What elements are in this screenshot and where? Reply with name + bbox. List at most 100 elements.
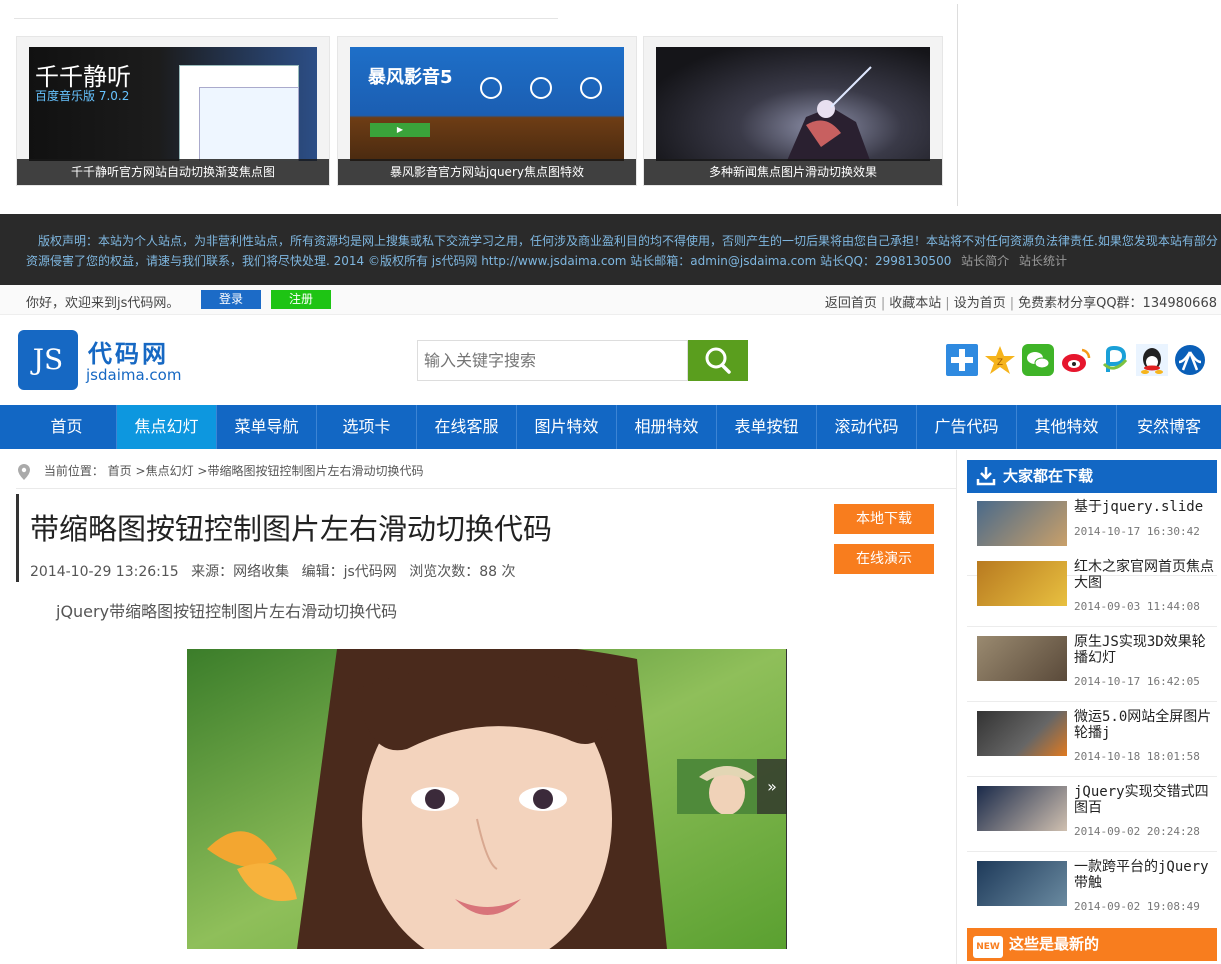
list-item-thumbnail — [977, 636, 1067, 681]
register-button[interactable]: 注册 — [271, 290, 331, 309]
link-set-homepage[interactable]: 设为首页 — [954, 296, 1006, 311]
list-item-thumbnail — [977, 561, 1067, 606]
nav-item-focus-slide[interactable]: 焦点幻灯 — [117, 405, 217, 449]
copyright-line: 资源侵害了您的权益，请速与我们联系，我们将尽快处理. 2014 ©版权所有 js… — [26, 252, 1067, 269]
weibo-icon[interactable] — [1060, 344, 1092, 376]
breadcrumb-prefix: 当前位置： — [43, 464, 104, 478]
nav-item-ads[interactable]: 广告代码 — [917, 405, 1017, 449]
link-bookmark[interactable]: 收藏本站 — [889, 296, 941, 311]
demo-caption[interactable]: 千千静听官方网站自动切换渐变焦点图 — [17, 159, 329, 185]
article-date: 2014-10-29 13:26:15 — [30, 564, 179, 580]
list-item-date: 2014-09-02 20:24:28 — [1074, 825, 1200, 838]
demo-version-text: 百度音乐版 7.0.2 — [35, 89, 130, 103]
list-item-thumbnail — [977, 861, 1067, 906]
qq-icon[interactable] — [1136, 344, 1168, 376]
list-item-date: 2014-09-03 11:44:08 — [1074, 600, 1200, 613]
list-item[interactable]: jQuery实现交错式四图百 2014-09-02 20:24:28 — [967, 784, 1217, 852]
list-item-title[interactable]: 原生JS实现3D效果轮播幻灯 — [1074, 634, 1217, 666]
article-views: 浏览次数：88 次 — [409, 564, 516, 580]
slider-thumbnail[interactable] — [677, 759, 757, 814]
divider — [957, 4, 958, 206]
local-download-button[interactable]: 本地下载 — [834, 504, 934, 534]
copyright-line-text: 资源侵害了您的权益，请速与我们联系，我们将尽快处理. 2014 ©版权所有 js… — [26, 254, 952, 268]
list-item-date: 2014-10-18 18:01:58 — [1074, 750, 1200, 763]
divider — [16, 488, 956, 489]
list-item[interactable]: 原生JS实现3D效果轮播幻灯 2014-10-17 16:42:05 — [967, 634, 1217, 702]
list-item[interactable]: 红木之家官网首页焦点大图 2014-09-03 11:44:08 — [967, 559, 1217, 627]
top-links: 返回首页 | 收藏本站 | 设为首页 | 免费素材分享QQ群：134980668 — [824, 296, 1217, 311]
article-source: 来源：网络收集 — [191, 564, 290, 580]
feature-icon — [480, 77, 502, 99]
demo-caption[interactable]: 暴风影音官方网站jquery焦点图特效 — [338, 159, 636, 185]
breadcrumb-category[interactable]: >焦点幻灯 — [136, 464, 194, 478]
nav-item-service[interactable]: 在线客服 — [417, 405, 517, 449]
nav-item-menu[interactable]: 菜单导航 — [217, 405, 317, 449]
main-nav: 首页 焦点幻灯 菜单导航 选项卡 在线客服 图片特效 相册特效 表单按钮 滚动代… — [0, 405, 1221, 449]
nav-item-home[interactable]: 首页 — [17, 405, 117, 449]
demo-card-bfyy[interactable]: 暴风影音5 ▶ 暴风影音官方网站jquery焦点图特效 — [337, 36, 637, 186]
nav-item-blog[interactable]: 安然博客 — [1117, 405, 1221, 449]
related-demos-strip: 千千静听 百度音乐版 7.0.2 千千静听官方网站自动切换渐变焦点图 暴风影音5… — [0, 0, 1221, 214]
divider — [956, 450, 957, 964]
location-pin-icon — [18, 463, 30, 480]
nav-item-scroll[interactable]: 滚动代码 — [817, 405, 917, 449]
nav-item-other[interactable]: 其他特效 — [1017, 405, 1117, 449]
list-item-thumbnail — [977, 711, 1067, 756]
logo-url[interactable]: jsdaima.com — [86, 366, 181, 384]
nav-item-forms[interactable]: 表单按钮 — [717, 405, 817, 449]
demo-thumbnail: 暴风影音5 ▶ — [350, 47, 624, 161]
search-icon — [705, 347, 731, 374]
list-item-date: 2014-09-02 19:08:49 — [1074, 900, 1200, 913]
webmaster-intro-link[interactable]: 站长简介 — [961, 254, 1009, 268]
article-description: jQuery带缩略图按钮控制图片左右滑动切换代码 — [56, 602, 398, 621]
list-item-thumbnail — [977, 786, 1067, 831]
article-meta: 2014-10-29 13:26:15 来源：网络收集 编辑：js代码网 浏览次… — [30, 561, 524, 581]
link-home[interactable]: 返回首页 — [825, 296, 877, 311]
nav-item-tabs[interactable]: 选项卡 — [317, 405, 417, 449]
list-item[interactable]: 一款跨平台的jQuery带触 2014-09-02 19:08:49 — [967, 859, 1217, 921]
list-item-title[interactable]: 红木之家官网首页焦点大图 — [1074, 559, 1217, 591]
nav-item-album[interactable]: 相册特效 — [617, 405, 717, 449]
popular-downloads-heading: 大家都在下载 — [967, 460, 1217, 493]
renren-icon[interactable] — [1174, 344, 1206, 376]
slider-next-button[interactable]: » — [757, 759, 787, 814]
fantasy-scene-image — [786, 66, 872, 161]
wechat-icon[interactable] — [1022, 344, 1054, 376]
copyright-line: 版权声明：本站为个人站点，为非营利性站点，所有资源均是网上搜集或私下交流学习之用… — [38, 234, 1218, 248]
link-qq-group[interactable]: 免费素材分享QQ群：134980668 — [1018, 296, 1217, 311]
list-item-date: 2014-10-17 16:30:42 — [1074, 525, 1200, 538]
search-button[interactable] — [688, 340, 748, 381]
add-icon[interactable] — [946, 344, 978, 376]
demo-thumbnail: 千千静听 百度音乐版 7.0.2 — [29, 47, 317, 161]
thumbnail-image — [677, 759, 757, 814]
divider — [14, 18, 558, 19]
nav-item-image-fx[interactable]: 图片特效 — [517, 405, 617, 449]
welcome-message: 你好，欢迎来到js代码网。 — [26, 296, 180, 311]
qzone-icon[interactable]: Z — [984, 344, 1016, 376]
demo-card-news[interactable]: 多种新闻焦点图片滑动切换效果 — [643, 36, 943, 186]
list-item-thumbnail — [977, 501, 1067, 546]
breadcrumb: 当前位置： 首页 >焦点幻灯 >带缩略图按钮控制图片左右滑动切换代码 — [18, 462, 423, 480]
pengyou-icon[interactable] — [1098, 344, 1130, 376]
logo-mark[interactable]: JS — [18, 330, 78, 390]
list-item-title[interactable]: 微运5.0网站全屏图片轮播j — [1074, 709, 1217, 741]
breadcrumb-home[interactable]: 首页 — [108, 464, 132, 478]
online-demo-button[interactable]: 在线演示 — [834, 544, 934, 574]
demo-card-ttjt[interactable]: 千千静听 百度音乐版 7.0.2 千千静听官方网站自动切换渐变焦点图 — [16, 36, 330, 186]
webmaster-stats-link[interactable]: 站长统计 — [1019, 254, 1067, 268]
copyright-notice: 版权声明：本站为个人站点，为非营利性站点，所有资源均是网上搜集或私下交流学习之用… — [0, 214, 1221, 285]
page-title: 带缩略图按钮控制图片左右滑动切换代码 — [30, 512, 553, 546]
latest-heading: NEW 这些是最新的 — [967, 928, 1217, 961]
feature-icon — [530, 77, 552, 99]
list-item-title[interactable]: 基于jquery.slide — [1074, 499, 1217, 515]
demo-caption[interactable]: 多种新闻焦点图片滑动切换效果 — [644, 159, 942, 185]
search-input[interactable] — [417, 340, 688, 381]
welcome-bar: 你好，欢迎来到js代码网。 登录 注册 返回首页 | 收藏本站 | 设为首页 | 免费素材分… — [0, 285, 1221, 315]
list-item[interactable]: 微运5.0网站全屏图片轮播j 2014-10-18 18:01:58 — [967, 709, 1217, 777]
list-item-title[interactable]: jQuery实现交错式四图百 — [1074, 784, 1217, 816]
login-button[interactable]: 登录 — [201, 290, 261, 309]
logo-name[interactable]: 代码网 — [88, 334, 169, 369]
list-item-title[interactable]: 一款跨平台的jQuery带触 — [1074, 859, 1217, 891]
download-icon — [976, 467, 996, 486]
new-badge: NEW — [973, 936, 1003, 958]
